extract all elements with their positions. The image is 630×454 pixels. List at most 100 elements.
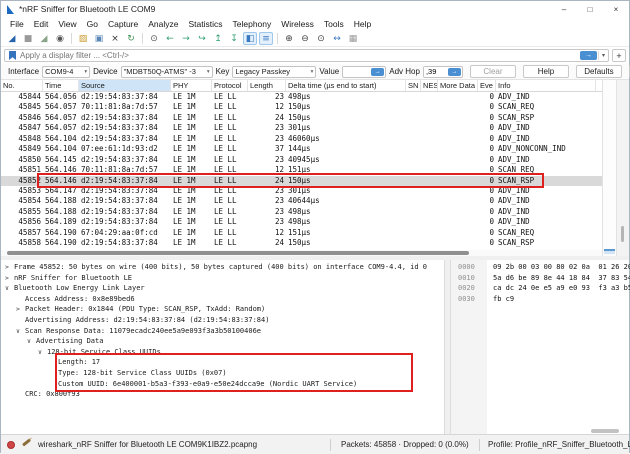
column-header-no-[interactable]: No.	[1, 80, 43, 91]
help-button[interactable]: Help	[523, 65, 569, 78]
filter-add-expression-button[interactable]: +	[612, 49, 626, 62]
go-to-packet-icon[interactable]: ↪	[195, 32, 209, 45]
details-hex-divider[interactable]	[444, 260, 451, 434]
zoom-normal-icon[interactable]: ⊙	[314, 32, 328, 45]
side-scroll-thumb[interactable]	[621, 226, 624, 242]
column-header-source[interactable]: Source	[79, 80, 171, 91]
expanded-arrow-icon[interactable]: ∨	[5, 283, 14, 294]
restart-capture-icon[interactable]: ◢	[37, 32, 51, 45]
profile-text[interactable]: Profile: Profile_nRF_Sniffer_Bluetooth_L…	[488, 440, 630, 449]
go-back-icon[interactable]: ←	[163, 32, 177, 45]
vertical-scroll-thumb[interactable]	[604, 249, 615, 254]
capture-options-icon[interactable]: ◉	[53, 32, 67, 45]
detail-line[interactable]: Access Address: 0x8e89bed6	[1, 294, 444, 305]
packet-row[interactable]: 45852564.146d2:19:54:83:37:84LE 1MLE LL2…	[1, 176, 602, 186]
interface-select[interactable]: COM9-4▾	[42, 66, 90, 78]
menu-tools[interactable]: Tools	[319, 19, 349, 29]
menu-help[interactable]: Help	[349, 19, 376, 29]
go-to-bottom-icon[interactable]: ↧	[227, 32, 241, 45]
zoom-in-icon[interactable]: ⊕	[282, 32, 296, 45]
hex-row[interactable]: 0020ca dc 24 0e e5 a9 e0 93 f3 a3 b5	[451, 283, 630, 294]
go-forward-icon[interactable]: →	[179, 32, 193, 45]
detail-line[interactable]: Custom UUID: 6e400001-b5a3-f393-e0a9-e50…	[1, 379, 444, 390]
auto-scroll-icon[interactable]: ◧	[243, 32, 257, 45]
detail-line[interactable]: ∨Scan Response Data: 11079ecadc240ee5a9e…	[1, 326, 444, 337]
packet-row[interactable]: 45848564.104d2:19:54:83:37:84LE 1MLE LL2…	[1, 134, 602, 144]
hex-row[interactable]: 00105a d6 be 89 8e 44 18 84 37 83 54	[451, 273, 630, 284]
column-header-delta-time-s-end-to-start-[interactable]: Delta time (µs end to start)	[286, 80, 406, 91]
packet-row[interactable]: 45847564.057d2:19:54:83:37:84LE 1MLE LL2…	[1, 123, 602, 133]
expanded-arrow-icon[interactable]: ∨	[38, 347, 47, 358]
detail-line[interactable]: CRC: 0x800f93	[1, 389, 444, 400]
display-columns-icon[interactable]: ▦	[346, 32, 360, 45]
packet-row[interactable]: 45856564.189d2:19:54:83:37:84LE 1MLE LL2…	[1, 217, 602, 227]
column-header-nesn[interactable]: NESN	[421, 80, 438, 91]
menu-go[interactable]: Go	[82, 19, 103, 29]
hex-horizontal-scroll-thumb[interactable]	[591, 429, 619, 433]
detail-line[interactable]: ∨Bluetooth Low Energy Link Layer	[1, 283, 444, 294]
detail-line[interactable]: Advertising Address: d2:19:54:83:37:84 (…	[1, 315, 444, 326]
packet-row[interactable]: 45854564.188d2:19:54:83:37:84LE 1MLE LL2…	[1, 196, 602, 206]
open-file-icon[interactable]: ▨	[76, 32, 90, 45]
column-header-more-data[interactable]: More Data	[438, 80, 478, 91]
adv-hop-input-apply-button[interactable]: →	[448, 68, 461, 76]
column-header-protocol[interactable]: Protocol	[212, 80, 248, 91]
resize-columns-icon[interactable]: ↔	[330, 32, 344, 45]
expert-info-icon[interactable]	[7, 441, 15, 449]
minimize-button[interactable]: –	[551, 1, 577, 17]
save-file-icon[interactable]: ▣	[92, 32, 106, 45]
go-to-top-icon[interactable]: ↥	[211, 32, 225, 45]
adv-hop-input[interactable]	[424, 67, 447, 76]
column-header-length[interactable]: Length	[248, 80, 286, 91]
reload-icon[interactable]: ↻	[124, 32, 138, 45]
column-header-time[interactable]: Time	[43, 80, 79, 91]
colorize-icon[interactable]: ≡	[259, 32, 273, 45]
filter-bookmark-icon[interactable]	[9, 51, 16, 60]
find-packet-icon[interactable]: ⊙	[147, 32, 161, 45]
hex-row[interactable]: 000009 2b 00 03 00 80 02 0a 01 26 20	[451, 262, 630, 273]
detail-line[interactable]: ∨Advertising Data	[1, 336, 444, 347]
display-filter-input[interactable]	[20, 51, 580, 60]
key-select[interactable]: Legacy Passkey▾	[232, 66, 316, 78]
defaults-button[interactable]: Defaults	[576, 65, 622, 78]
stop-capture-icon[interactable]: ■	[21, 32, 35, 45]
zoom-out-icon[interactable]: ⊖	[298, 32, 312, 45]
collapsed-arrow-icon[interactable]: >	[5, 273, 14, 284]
packet-row[interactable]: 45853564.147d2:19:54:83:37:84LE 1MLE LL2…	[1, 186, 602, 196]
collapsed-arrow-icon[interactable]: >	[16, 304, 25, 315]
value-input[interactable]	[343, 67, 370, 76]
detail-line[interactable]: ∨128-bit Service Class UUIDs	[1, 347, 444, 358]
horizontal-scroll-thumb[interactable]	[7, 251, 469, 255]
hex-row[interactable]: 0030fb c9	[451, 294, 630, 305]
menu-view[interactable]: View	[53, 19, 81, 29]
packet-row[interactable]: 45844564.056d2:19:54:83:37:84LE 1MLE LL2…	[1, 92, 602, 102]
value-input-apply-button[interactable]: →	[371, 68, 384, 76]
column-header-eve[interactable]: Eve	[478, 80, 496, 91]
packet-row[interactable]: 45855564.188d2:19:54:83:37:84LE 1MLE LL2…	[1, 207, 602, 217]
menu-statistics[interactable]: Statistics	[183, 19, 227, 29]
menu-capture[interactable]: Capture	[103, 19, 143, 29]
packet-row[interactable]: 45849564.10407:ee:61:1d:93:d2LE 1MLE LL3…	[1, 144, 602, 154]
menu-edit[interactable]: Edit	[29, 19, 54, 29]
capture-comment-icon[interactable]	[22, 439, 31, 447]
packet-row[interactable]: 45851564.14670:11:81:8a:7d:57LE 1MLE LL1…	[1, 165, 602, 175]
collapsed-arrow-icon[interactable]: >	[5, 262, 14, 273]
menu-file[interactable]: File	[5, 19, 29, 29]
menu-analyze[interactable]: Analyze	[143, 19, 183, 29]
packet-row[interactable]: 45846564.057d2:19:54:83:37:84LE 1MLE LL2…	[1, 113, 602, 123]
detail-line[interactable]: Length: 17	[1, 357, 444, 368]
detail-line[interactable]: >Frame 45852: 50 bytes on wire (400 bits…	[1, 262, 444, 273]
detail-line[interactable]: >nRF Sniffer for Bluetooth LE	[1, 273, 444, 284]
menu-telephony[interactable]: Telephony	[228, 19, 277, 29]
packet-list-vertical-scrollbar[interactable]	[602, 80, 617, 256]
packet-row[interactable]: 45850564.145d2:19:54:83:37:84LE 1MLE LL2…	[1, 155, 602, 165]
column-header-info[interactable]: Info	[496, 80, 596, 91]
detail-line[interactable]: >Packet Header: 0x1844 (PDU Type: SCAN_R…	[1, 304, 444, 315]
filter-apply-button[interactable]: →	[580, 51, 597, 60]
column-header-phy[interactable]: PHY	[171, 80, 212, 91]
display-filter-field[interactable]: → ▾	[4, 49, 609, 62]
menu-wireless[interactable]: Wireless	[276, 19, 319, 29]
detail-line[interactable]: Type: 128-bit Service Class UUIDs (0x07)	[1, 368, 444, 379]
packet-row[interactable]: 45857564.19067:04:29:aa:0f:cdLE 1MLE LL1…	[1, 228, 602, 238]
close-button[interactable]: ×	[603, 1, 629, 17]
